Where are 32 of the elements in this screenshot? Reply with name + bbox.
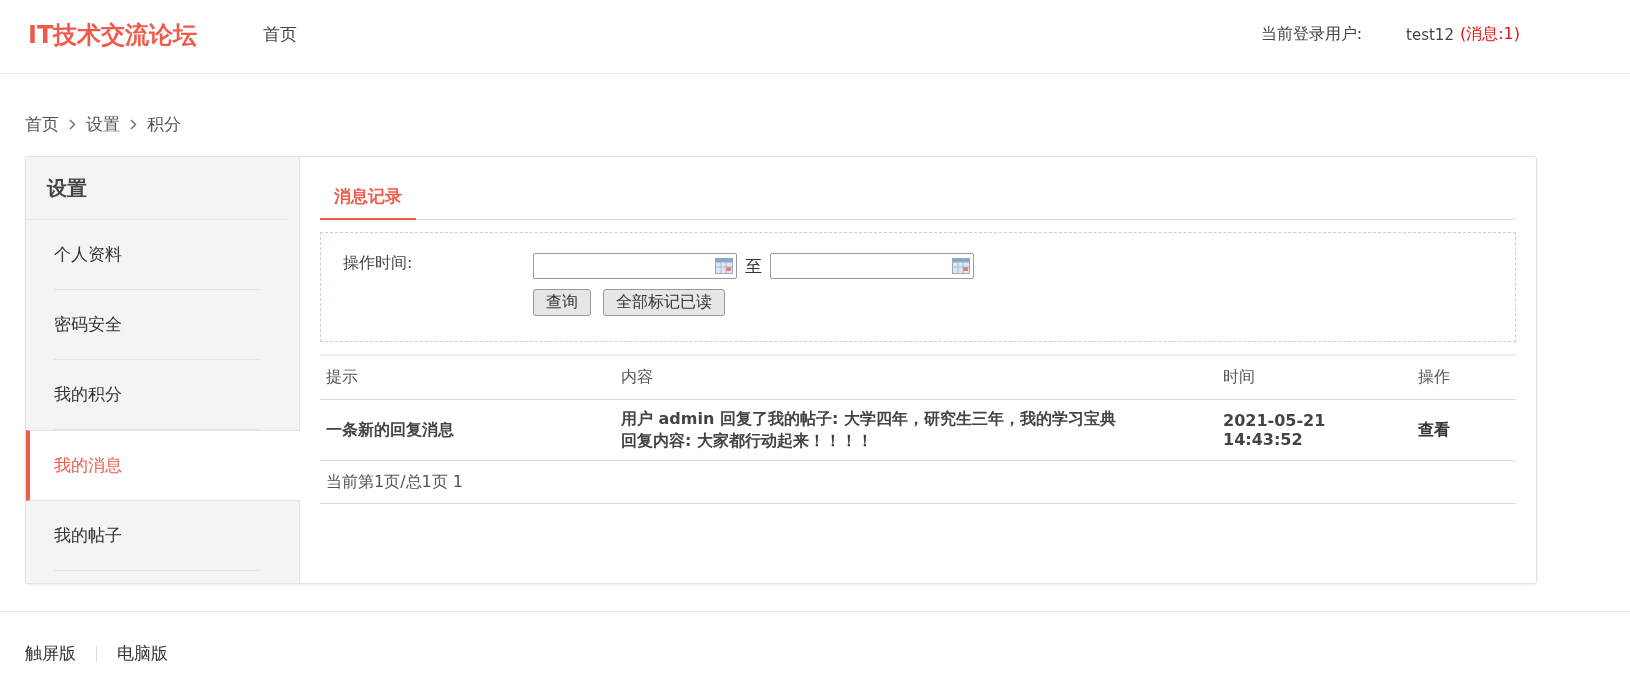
calendar-icon[interactable] [715, 258, 733, 274]
filter-label: 操作时间: [343, 253, 414, 274]
column-header: 操作 [1412, 355, 1516, 400]
sidebar-item[interactable]: 我的帖子 [54, 501, 259, 571]
sidebar-item[interactable]: 个人资料 [54, 220, 259, 290]
user-label: 当前登录用户: [1260, 24, 1363, 45]
range-separator: 至 [745, 254, 762, 278]
chevron-icon [130, 118, 137, 130]
pagination-text: 当前第1页/总1页 1 [320, 460, 1516, 504]
sidebar-item[interactable]: 密码安全 [54, 290, 259, 360]
table-cell: 2021-05-21 14:43:52 [1217, 399, 1412, 461]
breadcrumb-link[interactable]: 首页 [25, 112, 59, 136]
messages-link[interactable]: (消息:1) [1459, 24, 1520, 45]
filter-button[interactable]: 全部标记已读 [603, 289, 725, 316]
footer-link[interactable]: 触屏版 [25, 642, 76, 665]
table-cell: 一条新的回复消息 [320, 399, 615, 461]
username-link[interactable]: test12 [1406, 25, 1454, 44]
column-header: 提示 [320, 355, 615, 400]
breadcrumb-link[interactable]: 设置 [86, 112, 120, 136]
chevron-icon [69, 118, 76, 130]
column-header: 时间 [1217, 355, 1412, 400]
footer-link[interactable]: 电脑版 [117, 642, 168, 665]
breadcrumb-link[interactable]: 积分 [147, 112, 181, 136]
column-header: 内容 [615, 355, 1217, 400]
view-link[interactable]: 查看 [1418, 419, 1450, 439]
date-field[interactable] [533, 253, 737, 279]
nav-link[interactable]: 首页 [263, 23, 298, 46]
filter-button[interactable]: 查询 [533, 289, 591, 316]
calendar-icon[interactable] [952, 258, 970, 274]
date-field[interactable] [770, 253, 974, 279]
sidebar-title: 设置 [26, 157, 287, 220]
table-cell: 用户 admin 回复了我的帖子: 大学四年，研究生三年，我的学习宝典 回复内容: 大家都行动起来！！！！ [615, 399, 1217, 461]
